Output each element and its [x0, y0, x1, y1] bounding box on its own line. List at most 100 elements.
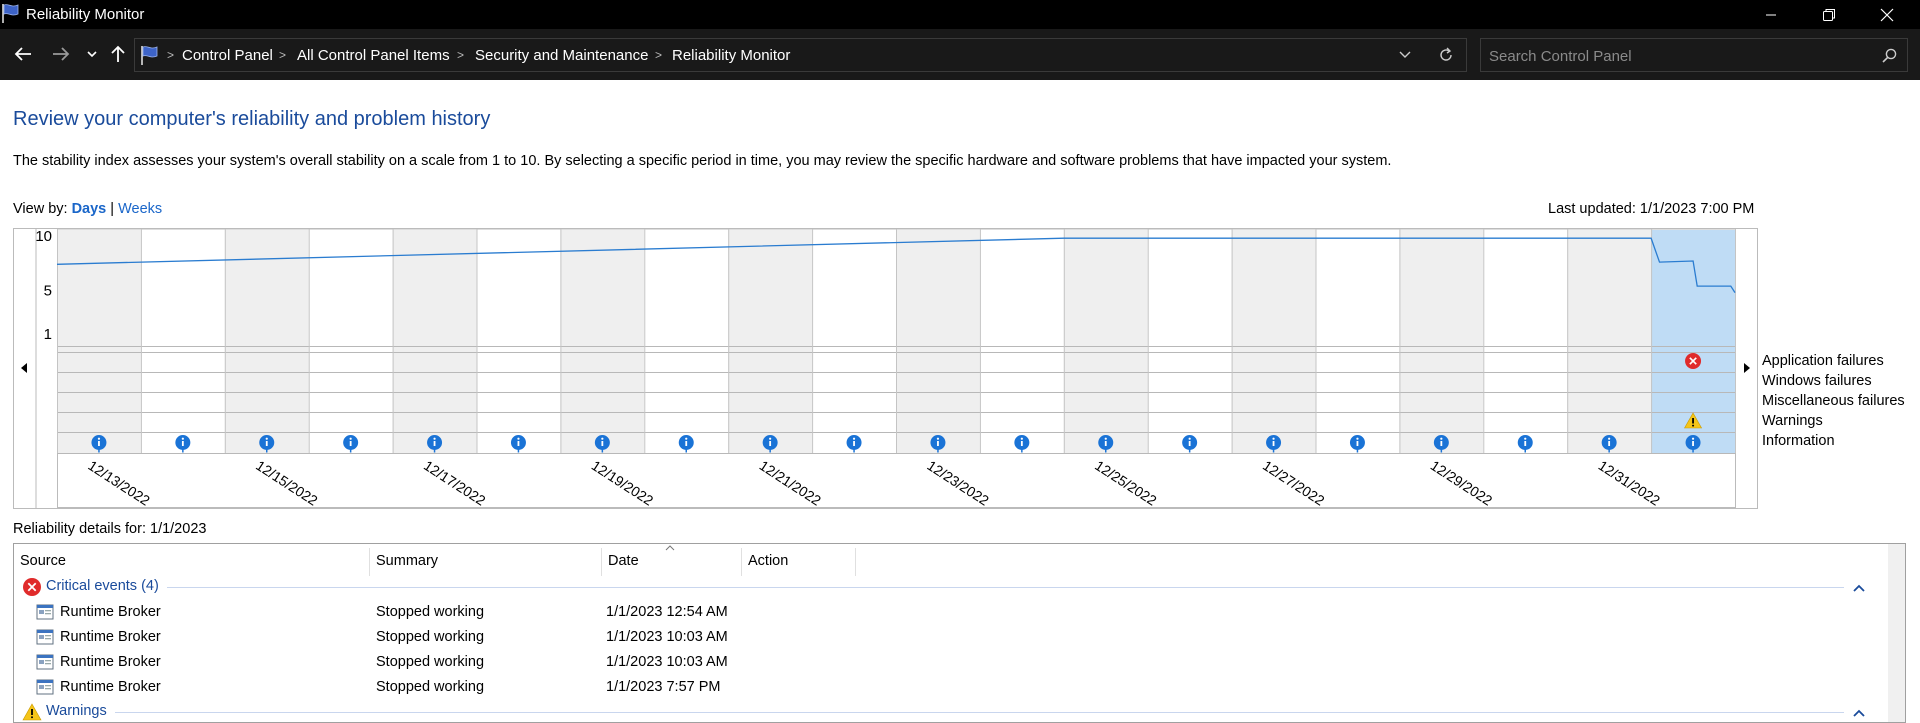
- error-icon: [23, 578, 41, 596]
- info-icon-glyph: [1020, 441, 1023, 446]
- column-header-summary[interactable]: Summary: [370, 548, 602, 576]
- row-summary: Stopped working: [376, 604, 485, 620]
- y-tick-label: 5: [44, 282, 52, 299]
- day-column[interactable]: [1483, 229, 1568, 453]
- day-column[interactable]: [1147, 229, 1232, 453]
- info-icon-glyph: [1356, 441, 1359, 446]
- application-icon: [36, 679, 54, 695]
- info-icon-glyph: [853, 441, 855, 446]
- info-icon-glyph: [1020, 437, 1023, 440]
- info-icon-glyph: [1188, 441, 1191, 446]
- column-header-action[interactable]: Action: [742, 548, 856, 576]
- day-column[interactable]: [896, 229, 980, 453]
- day-column[interactable]: [979, 229, 1064, 453]
- info-icon-glyph: [685, 437, 688, 440]
- day-column[interactable]: [1063, 229, 1148, 453]
- info-icon-glyph: [517, 441, 520, 446]
- info-icon-glyph: [1272, 437, 1275, 440]
- sort-ascending-icon: [665, 545, 675, 551]
- warning-icon-glyph: [1692, 418, 1694, 424]
- day-column[interactable]: [1567, 229, 1652, 453]
- day-column[interactable]: [560, 229, 645, 453]
- info-icon-glyph: [1272, 441, 1275, 446]
- legend-application-failures: Application failures: [1762, 353, 1884, 369]
- group-title[interactable]: Critical events (4): [46, 578, 159, 594]
- chevron-up-icon[interactable]: [1852, 708, 1866, 718]
- info-icon-glyph: [1440, 441, 1443, 446]
- application-icon: [36, 629, 54, 645]
- day-column[interactable]: [140, 229, 225, 453]
- table-row[interactable]: Runtime Broker Stopped working 1/1/2023 7:…: [14, 675, 1884, 700]
- row-date: 1/1/2023 12:54 AM: [606, 604, 728, 620]
- column-header-date[interactable]: Date: [602, 548, 742, 576]
- chevron-up-icon[interactable]: [1852, 583, 1866, 593]
- legend-miscellaneous-failures: Miscellaneous failures: [1762, 393, 1905, 409]
- info-icon-glyph: [517, 437, 520, 440]
- details-table: Source Summary Date Action Critical even…: [13, 543, 1906, 723]
- row-source: Runtime Broker: [60, 604, 161, 620]
- info-icon-glyph: [265, 437, 268, 440]
- day-column[interactable]: [728, 229, 813, 453]
- info-icon-glyph: [1356, 437, 1359, 440]
- row-summary: Stopped working: [376, 679, 485, 695]
- info-icon-glyph: [1691, 437, 1695, 440]
- day-column[interactable]: [812, 229, 896, 453]
- row-date: 1/1/2023 10:03 AM: [606, 654, 728, 670]
- info-icon-glyph: [1188, 437, 1191, 440]
- application-icon: [36, 604, 54, 620]
- row-summary: Stopped working: [376, 654, 485, 670]
- info-icon-glyph: [769, 437, 772, 440]
- info-icon-glyph: [349, 437, 352, 440]
- info-icon-glyph: [1104, 437, 1107, 440]
- info-icon-glyph: [98, 441, 100, 446]
- info-icon-glyph: [937, 441, 939, 446]
- y-tick-label: 10: [35, 228, 52, 245]
- table-row[interactable]: Runtime Broker Stopped working 1/1/2023 10…: [14, 625, 1884, 650]
- warning-icon-glyph: [1692, 424, 1695, 427]
- row-source: Runtime Broker: [60, 629, 161, 645]
- group-title[interactable]: Warnings: [46, 703, 107, 719]
- info-icon-glyph: [181, 441, 184, 446]
- day-column[interactable]: [644, 229, 729, 453]
- info-icon-glyph: [1608, 437, 1611, 440]
- vertical-scrollbar[interactable]: [1888, 544, 1905, 722]
- group-header[interactable]: Warnings: [14, 700, 1884, 722]
- day-column[interactable]: [1231, 229, 1316, 453]
- details-label: Reliability details for: 1/1/2023: [13, 521, 207, 537]
- application-icon: [36, 654, 54, 670]
- info-icon-glyph: [1524, 437, 1527, 440]
- info-icon-glyph: [1692, 441, 1694, 446]
- legend-warnings: Warnings: [1762, 413, 1823, 429]
- table-row[interactable]: Runtime Broker Stopped working 1/1/2023 10…: [14, 650, 1884, 675]
- info-icon-glyph: [601, 437, 604, 440]
- day-column[interactable]: [1399, 229, 1484, 453]
- info-icon-glyph: [349, 441, 352, 446]
- day-column[interactable]: [476, 229, 561, 453]
- info-icon-glyph: [1608, 441, 1611, 446]
- legend-information: Information: [1762, 433, 1835, 449]
- info-icon-glyph: [433, 437, 436, 440]
- row-summary: Stopped working: [376, 629, 485, 645]
- info-icon-glyph: [1104, 441, 1107, 446]
- y-tick-label: 1: [44, 326, 52, 343]
- info-icon-glyph: [1524, 441, 1527, 446]
- info-icon-glyph: [936, 437, 940, 440]
- day-column[interactable]: [224, 229, 309, 453]
- legend-windows-failures: Windows failures: [1762, 373, 1872, 389]
- info-icon-glyph: [97, 437, 101, 440]
- info-icon-glyph: [685, 441, 688, 446]
- info-icon-glyph: [181, 437, 184, 440]
- group-divider: [167, 587, 1844, 588]
- day-column[interactable]: [392, 229, 477, 453]
- column-header-source[interactable]: Source: [14, 548, 370, 576]
- day-column[interactable]: [1315, 229, 1400, 453]
- table-row[interactable]: Runtime Broker Stopped working 1/1/2023 12…: [14, 600, 1884, 625]
- info-icon-glyph: [433, 441, 436, 446]
- info-icon-glyph: [1440, 437, 1443, 440]
- row-date: 1/1/2023 7:57 PM: [606, 679, 721, 695]
- group-header[interactable]: Critical events (4): [14, 575, 1884, 599]
- day-column[interactable]: [308, 229, 393, 453]
- row-source: Runtime Broker: [60, 654, 161, 670]
- row-date: 1/1/2023 10:03 AM: [606, 629, 728, 645]
- info-icon-glyph: [769, 441, 772, 446]
